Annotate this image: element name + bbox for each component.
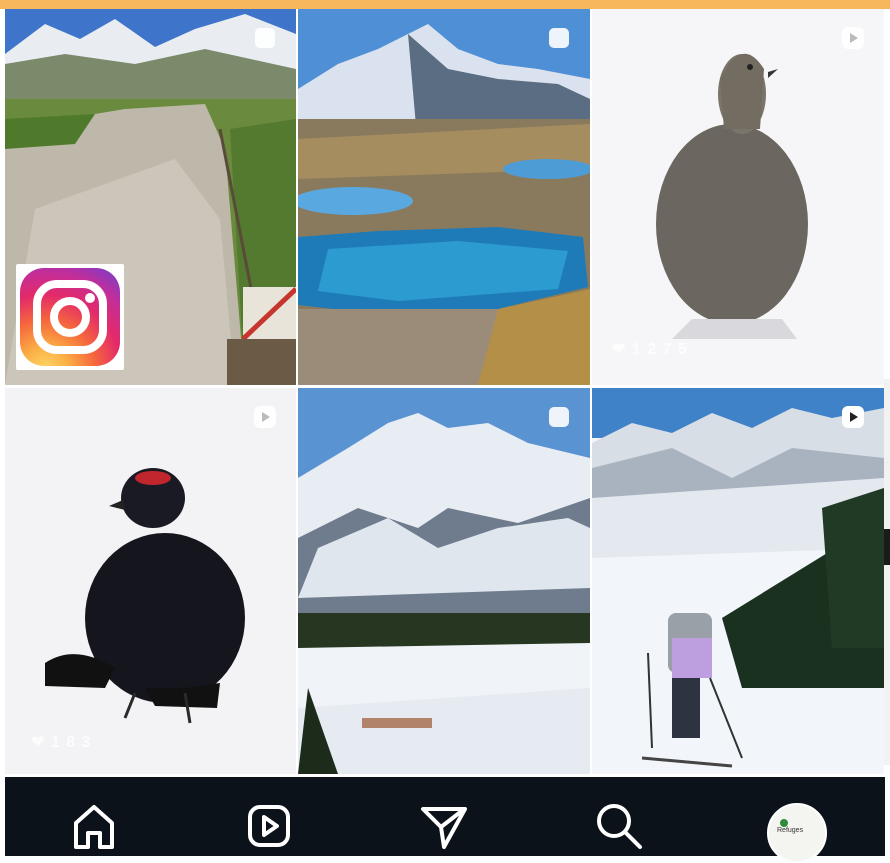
reel-icon bbox=[250, 402, 280, 432]
search-icon[interactable] bbox=[592, 799, 646, 853]
top-accent-strip bbox=[0, 0, 890, 9]
post-grid: ❤ 1 2 7 5 ❤ 1 8 3 bbox=[0, 9, 890, 775]
grid-tile-ski-tour[interactable] bbox=[592, 388, 884, 774]
black-grouse-photo bbox=[5, 388, 296, 774]
carousel-icon bbox=[250, 23, 280, 53]
grid-tile-snow-valley[interactable] bbox=[298, 388, 590, 774]
reel-icon bbox=[838, 402, 868, 432]
scrollbar-thumb[interactable] bbox=[884, 529, 890, 565]
reels-icon[interactable] bbox=[242, 799, 296, 853]
view-count: ❤ 1 8 3 bbox=[31, 734, 92, 751]
home-icon[interactable] bbox=[67, 799, 121, 853]
profile-avatar[interactable]: Refuges bbox=[767, 803, 827, 863]
avatar-text: Refuges bbox=[777, 827, 804, 834]
bottom-nav-bar: Refuges bbox=[5, 777, 885, 863]
grouse-photo bbox=[592, 9, 884, 385]
scrollbar[interactable] bbox=[884, 379, 890, 765]
carousel-icon bbox=[544, 402, 574, 432]
carousel-icon bbox=[544, 23, 574, 53]
grid-tile-lake[interactable] bbox=[298, 9, 590, 385]
grid-tile-black-grouse[interactable]: ❤ 1 8 3 bbox=[5, 388, 296, 774]
reel-icon bbox=[838, 23, 868, 53]
paper-plane-icon[interactable] bbox=[417, 799, 471, 853]
ski-tour-photo bbox=[592, 388, 884, 774]
lake-photo bbox=[298, 9, 590, 385]
grid-tile-grouse[interactable]: ❤ 1 2 7 5 bbox=[592, 9, 884, 385]
instagram-logo-icon bbox=[16, 264, 124, 370]
view-count: ❤ 1 2 7 5 bbox=[612, 341, 688, 358]
snow-valley-photo bbox=[298, 388, 590, 774]
avatar-mark bbox=[780, 819, 788, 827]
